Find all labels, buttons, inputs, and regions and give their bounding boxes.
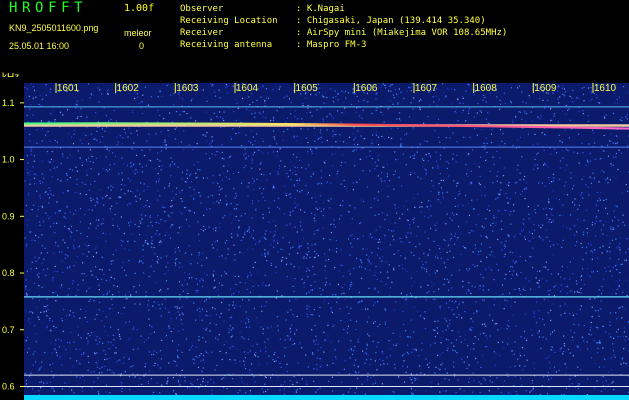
receiver-label: Receiver — [180, 28, 224, 38]
antenna-value: : Maspro FM-3 — [296, 40, 367, 50]
spectrogram-svg: 1601 1602 1603 1604 1605 1606 1607 1608 1609 1610… — [0, 77, 629, 400]
datetime-label: 25.05.01 16:00 — [9, 41, 70, 51]
observer-label: Observer — [180, 4, 224, 14]
x-tick-label: 1606 — [355, 83, 378, 94]
x-tick-label: 1605 — [296, 83, 319, 94]
location-value: : Chigasaki, Japan (139.414 35.340) — [296, 16, 486, 26]
x-tick-label: 1607 — [415, 83, 438, 94]
observer-value: : K.Nagai — [296, 4, 345, 14]
location-label: Receiving Location — [180, 16, 278, 26]
mode-label: meleor — [124, 28, 152, 38]
y-tick-label: 1.0 — [2, 155, 15, 165]
hrofft-window: HROFFT 1.00f KN9_2505011600.png meleor 2… — [0, 0, 629, 400]
filename-label: KN9_2505011600.png — [9, 23, 99, 33]
receiver-value: : AirSpy mini (Miakejima VOR 108.65MHz) — [296, 28, 508, 38]
y-tick-label: 0.9 — [2, 211, 15, 221]
y-tick-label: 1.1 — [2, 98, 15, 108]
y-tick-label: 0.8 — [2, 268, 15, 278]
x-tick-label: 1608 — [475, 83, 498, 94]
x-tick-label: 1609 — [534, 83, 557, 94]
spectrogram-panel: 1601 1602 1603 1604 1605 1606 1607 1608 1609 1610… — [0, 77, 629, 400]
y-tick-label: 0.7 — [2, 325, 15, 335]
x-tick-label: 1604 — [236, 83, 259, 94]
axis-gutter — [0, 77, 24, 400]
x-tick-label: 1602 — [117, 83, 140, 94]
app-title: HROFFT — [9, 0, 88, 16]
antenna-label: Receiving antenna — [180, 40, 273, 50]
version-label: 1.00f — [124, 3, 155, 14]
spectrogram-background — [24, 83, 629, 395]
x-tick-label: 1610 — [594, 83, 617, 94]
count-label: 0 — [139, 41, 145, 51]
x-tick-label: 1603 — [176, 83, 199, 94]
baseline-bar — [24, 395, 629, 400]
x-tick-label: 1601 — [57, 83, 80, 94]
y-tick-label: 0.6 — [2, 381, 15, 391]
